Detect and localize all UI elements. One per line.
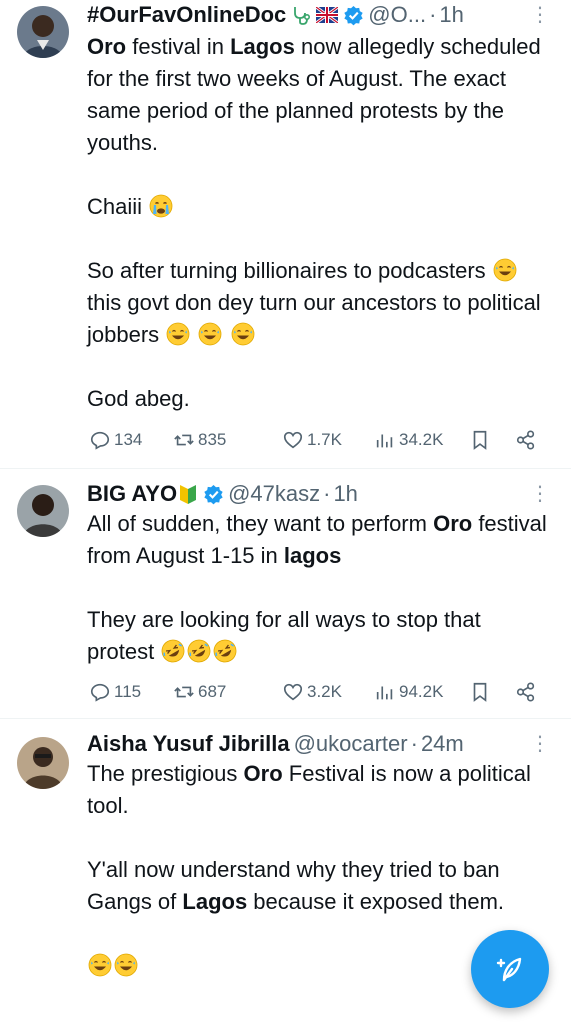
rofl-emoji-icon (161, 639, 185, 663)
tweet-paragraph: They are looking for all ways to stop th… (87, 604, 549, 668)
repost-count: 835 (198, 430, 227, 449)
repost-icon (174, 434, 194, 446)
beginner-badge-icon (178, 483, 198, 505)
author-name[interactable]: #OurFavOnlineDoc (87, 0, 286, 30)
tweet-paragraph: The prestigious Oro Festival is now a po… (87, 761, 531, 818)
tweet-paragraph: God abeg. (87, 386, 190, 411)
tweet-header: BIG AYO @47kasz · 1h ⋮ (87, 479, 550, 509)
like-button[interactable]: 1.7K (282, 429, 342, 451)
view-count: 34.2K (399, 430, 444, 449)
tweet-paragraph: So after turning billionaires to podcast… (87, 258, 541, 347)
heart-icon (283, 431, 303, 449)
heart-icon (283, 683, 303, 701)
author-name[interactable]: BIG AYO (87, 479, 177, 509)
hashtag-keyword: Lagos (230, 34, 295, 59)
share-button[interactable] (515, 681, 540, 703)
reply-button[interactable]: 115 (89, 681, 141, 703)
laughing-emoji-icon (231, 322, 254, 346)
stethoscope-icon (290, 4, 312, 26)
laughing-emoji-icon (493, 258, 517, 282)
laughing-emoji-icon (166, 322, 190, 346)
more-options-icon[interactable]: ⋮ (530, 0, 550, 30)
author-name[interactable]: Aisha Yusuf Jibrilla (87, 729, 290, 759)
hashtag-keyword: Oro (433, 511, 473, 536)
author-handle[interactable]: @O... (368, 0, 426, 30)
tweet-paragraph: All of sudden, they want to perform Oro … (87, 511, 547, 568)
like-count: 3.2K (307, 682, 342, 701)
more-options-icon[interactable]: ⋮ (530, 729, 550, 759)
more-options-icon[interactable]: ⋮ (530, 479, 550, 509)
tweet-actions: 134 835 1.7K 34.2K (87, 426, 549, 454)
tweet-text: Oro festival in Lagos now allegedly sche… (87, 31, 549, 415)
tweet-paragraph: Y'all now understand why they tried to b… (87, 857, 505, 914)
tweet-paragraph: Oro festival in Lagos now allegedly sche… (87, 34, 541, 155)
author-handle[interactable]: @ukocarter (294, 729, 408, 759)
tweet-2[interactable]: BIG AYO @47kasz · 1h ⋮ All of sudden, th… (0, 469, 571, 718)
repost-button[interactable]: 687 (173, 681, 226, 703)
tweet-actions: 115 687 3.2K 94.2K (87, 678, 549, 706)
compose-button[interactable] (471, 930, 549, 1008)
views-button[interactable]: 94.2K (374, 681, 443, 703)
like-button[interactable]: 3.2K (282, 681, 342, 703)
reply-icon (90, 431, 110, 450)
share-icon (516, 430, 535, 450)
like-count: 1.7K (307, 430, 342, 449)
author-handle[interactable]: @47kasz (228, 479, 320, 509)
hashtag-keyword: lagos (283, 543, 342, 568)
laughing-emoji-icon (114, 953, 138, 977)
reply-button[interactable]: 134 (89, 429, 142, 451)
laughing-emoji-icon (199, 322, 222, 346)
hashtag-keyword: Oro (243, 761, 283, 786)
tweet-time[interactable]: 1h (333, 479, 357, 509)
tweet-paragraph: Chaiii (87, 191, 549, 223)
compose-icon (496, 957, 522, 982)
tweet-text: All of sudden, they want to perform Oro … (87, 508, 549, 668)
tweet-header: Aisha Yusuf Jibrilla @ukocarter · 24m ⋮ (87, 729, 550, 759)
share-button[interactable] (515, 429, 540, 451)
rofl-emoji-icon (213, 639, 237, 663)
laughing-emoji-icon (88, 953, 112, 977)
separator-dot: · (323, 481, 331, 506)
separator-dot: · (410, 731, 418, 756)
bookmark-icon (473, 430, 487, 450)
tweet-header: #OurFavOnlineDoc @O... · 1h ⋮ (87, 0, 550, 30)
hashtag-keyword: Oro (87, 34, 127, 59)
views-icon (376, 686, 393, 700)
rofl-emoji-icon (187, 639, 211, 663)
separator-dot: · (429, 2, 437, 27)
avatar[interactable] (17, 485, 69, 537)
crying-emoji-icon (149, 194, 173, 218)
share-icon (516, 682, 535, 702)
verified-badge-icon (203, 484, 224, 505)
uk-flag-icon (316, 7, 339, 23)
views-icon (376, 434, 393, 448)
tweet-time[interactable]: 24m (421, 729, 464, 759)
bookmark-button[interactable] (469, 681, 494, 703)
repost-button[interactable]: 835 (173, 429, 226, 451)
reply-count: 115 (114, 682, 142, 701)
repost-icon (174, 686, 194, 698)
hashtag-keyword: Lagos (182, 889, 248, 914)
tweet-1[interactable]: #OurFavOnlineDoc @O... · 1h ⋮ Oro festiv… (0, 0, 571, 468)
view-count: 94.2K (399, 682, 444, 701)
tweet-time[interactable]: 1h (439, 0, 463, 30)
avatar[interactable] (17, 737, 69, 789)
views-button[interactable]: 34.2K (374, 429, 443, 451)
reply-icon (90, 683, 110, 702)
avatar[interactable] (17, 6, 69, 58)
bookmark-button[interactable] (469, 429, 494, 451)
reply-count: 134 (114, 430, 143, 449)
repost-count: 687 (198, 682, 227, 701)
verified-badge-icon (343, 5, 364, 26)
bookmark-icon (473, 682, 487, 702)
